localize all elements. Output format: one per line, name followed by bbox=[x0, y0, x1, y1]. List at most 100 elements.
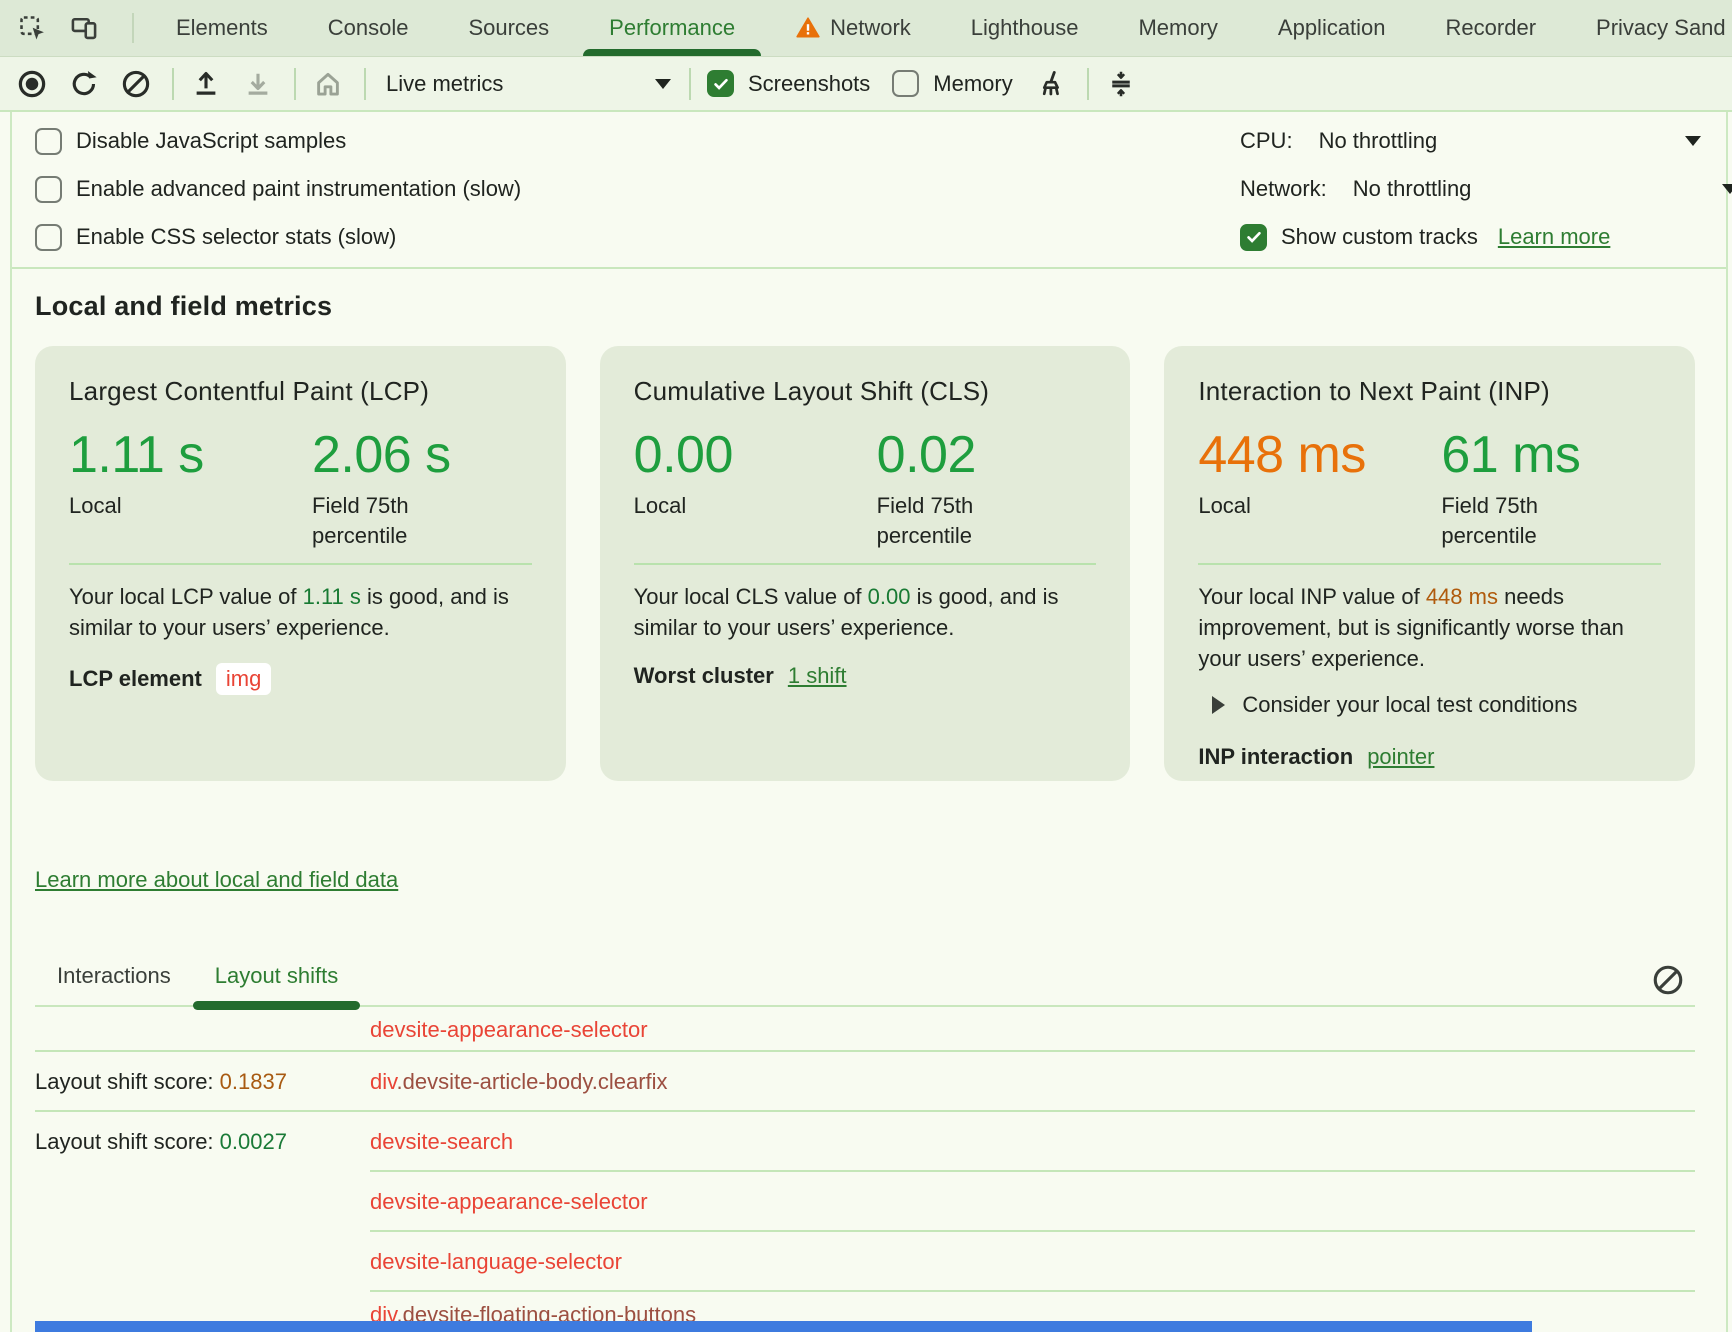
clear-log-icon[interactable] bbox=[1651, 963, 1685, 997]
lcp-local-value: 1.11 s bbox=[69, 427, 312, 483]
save-profile-icon[interactable] bbox=[242, 68, 274, 100]
tab-elements[interactable]: Elements bbox=[148, 0, 296, 56]
element-link[interactable]: devsite-language-selector bbox=[370, 1249, 622, 1274]
tab-lighthouse[interactable]: Lighthouse bbox=[943, 0, 1107, 56]
element-link[interactable]: div bbox=[370, 1069, 397, 1094]
tab-performance[interactable]: Performance bbox=[581, 0, 763, 56]
element-link[interactable]: devsite-appearance-selector bbox=[370, 1189, 648, 1214]
screenshots-label: Screenshots bbox=[748, 71, 870, 97]
tab-layout-shifts[interactable]: Layout shifts bbox=[193, 949, 361, 1005]
tab-recorder[interactable]: Recorder bbox=[1418, 0, 1564, 56]
show-custom-tracks-label: Show custom tracks bbox=[1281, 224, 1478, 250]
advanced-paint-checkbox[interactable] bbox=[35, 176, 62, 203]
field-data-learn-more-link[interactable]: Learn more about local and field data bbox=[35, 867, 398, 893]
performance-toolbar: Live metrics Screenshots Memory bbox=[0, 57, 1732, 112]
worst-cluster-link[interactable]: 1 shift bbox=[788, 663, 847, 689]
bottom-selection-bar bbox=[35, 1321, 1532, 1332]
inp-local-column: 448 ms Local bbox=[1198, 427, 1441, 551]
learn-more-link[interactable]: Learn more bbox=[1498, 224, 1611, 250]
element-link[interactable]: devsite-appearance-selector bbox=[370, 1017, 648, 1042]
divider bbox=[69, 563, 532, 565]
chevron-down-icon bbox=[655, 79, 671, 89]
performance-panel-body: Disable JavaScript samples Enable advanc… bbox=[10, 112, 1728, 1332]
inp-local-value: 448 ms bbox=[1198, 427, 1441, 483]
disable-js-samples-checkbox[interactable] bbox=[35, 128, 62, 155]
inp-interaction-row: INP interaction pointer bbox=[1198, 744, 1661, 770]
tab-label: Sources bbox=[468, 15, 549, 41]
record-button[interactable] bbox=[16, 68, 48, 100]
inp-interaction-link[interactable]: pointer bbox=[1367, 744, 1434, 770]
memory-label: Memory bbox=[933, 71, 1012, 97]
disclosure-triangle-icon bbox=[1212, 696, 1225, 714]
tab-label: Elements bbox=[176, 15, 268, 41]
cls-description: Your local CLS value of 0.00 is good, an… bbox=[634, 581, 1097, 643]
tab-sources[interactable]: Sources bbox=[440, 0, 577, 56]
cls-card: Cumulative Layout Shift (CLS) 0.00 Local… bbox=[600, 346, 1131, 781]
show-custom-tracks-checkbox[interactable] bbox=[1240, 224, 1267, 251]
home-icon[interactable] bbox=[312, 68, 344, 100]
table-row[interactable]: devsite-appearance-selector bbox=[35, 1172, 1695, 1232]
cpu-label: CPU: bbox=[1240, 128, 1293, 154]
capture-settings: Disable JavaScript samples Enable advanc… bbox=[12, 112, 1726, 269]
layout-shift-score: Layout shift score: 0.0027 bbox=[35, 1129, 370, 1155]
tab-label: Application bbox=[1278, 15, 1386, 41]
tab-memory[interactable]: Memory bbox=[1110, 0, 1245, 56]
tab-console[interactable]: Console bbox=[300, 0, 437, 56]
collect-garbage-icon[interactable] bbox=[1035, 68, 1067, 100]
cls-field-column: 0.02 Field 75th percentile bbox=[877, 427, 1097, 551]
table-row[interactable]: devsite-appearance-selector bbox=[35, 1007, 1695, 1052]
network-throttling-select[interactable]: Network: No throttling bbox=[1240, 165, 1726, 213]
divider bbox=[1087, 68, 1089, 100]
divider bbox=[172, 68, 174, 100]
tab-interactions[interactable]: Interactions bbox=[35, 949, 193, 1005]
inp-values: 448 ms Local 61 ms Field 75th percentile bbox=[1198, 427, 1661, 551]
chevron-down-icon bbox=[1685, 136, 1701, 146]
collapse-icon[interactable] bbox=[1105, 68, 1137, 100]
layout-shift-score: Layout shift score: 0.1837 bbox=[35, 1069, 370, 1095]
live-metrics-dropdown[interactable]: Live metrics bbox=[386, 71, 671, 97]
element-link[interactable]: devsite-search bbox=[370, 1129, 513, 1154]
element-cell: devsite-search bbox=[370, 1129, 513, 1155]
field-label: Field 75th percentile bbox=[312, 491, 477, 551]
cpu-throttling-select[interactable]: CPU: No throttling bbox=[1240, 117, 1726, 165]
screenshots-checkbox[interactable] bbox=[707, 70, 734, 97]
disclosure-label: Consider your local test conditions bbox=[1242, 692, 1577, 718]
advanced-paint-label: Enable advanced paint instrumentation (s… bbox=[76, 176, 521, 202]
memory-checkbox[interactable] bbox=[892, 70, 919, 97]
tab-network[interactable]: Network bbox=[767, 0, 939, 56]
table-row[interactable]: devsite-language-selector bbox=[35, 1232, 1695, 1292]
cls-desc-prefix: Your local CLS value of bbox=[634, 584, 868, 609]
field-label: Field 75th percentile bbox=[1441, 491, 1606, 551]
metric-cards: Largest Contentful Paint (LCP) 1.11 s Lo… bbox=[35, 346, 1695, 781]
element-cell: devsite-appearance-selector bbox=[370, 1017, 648, 1043]
inp-field-value: 61 ms bbox=[1441, 427, 1661, 483]
load-profile-icon[interactable] bbox=[190, 68, 222, 100]
lcp-field-value: 2.06 s bbox=[312, 427, 532, 483]
live-metrics-label: Live metrics bbox=[386, 71, 503, 97]
page-title: Local and field metrics bbox=[35, 269, 1726, 322]
devtools-tabbar: Elements Console Sources Performance Net… bbox=[0, 0, 1732, 57]
css-selector-stats-label: Enable CSS selector stats (slow) bbox=[76, 224, 396, 250]
table-row[interactable]: Layout shift score: 0.0027 devsite-searc… bbox=[35, 1112, 1695, 1172]
clear-button[interactable] bbox=[120, 68, 152, 100]
tab-application[interactable]: Application bbox=[1250, 0, 1414, 56]
element-cell: devsite-appearance-selector bbox=[370, 1189, 648, 1215]
local-test-conditions-disclosure[interactable]: Consider your local test conditions bbox=[1198, 692, 1661, 718]
cpu-value: No throttling bbox=[1319, 128, 1438, 154]
css-selector-stats-checkbox[interactable] bbox=[35, 224, 62, 251]
lcp-description: Your local LCP value of 1.11 s is good, … bbox=[69, 581, 532, 643]
network-value: No throttling bbox=[1353, 176, 1472, 202]
inspect-element-icon[interactable] bbox=[16, 12, 48, 44]
inp-interaction-label: INP interaction bbox=[1198, 744, 1353, 770]
lcp-element-label: LCP element bbox=[69, 666, 202, 692]
record-and-reload-button[interactable] bbox=[68, 68, 100, 100]
table-row[interactable]: Layout shift score: 0.1837 div.devsite-a… bbox=[35, 1052, 1695, 1112]
tab-privacy-sandbox[interactable]: Privacy Sand bbox=[1568, 0, 1732, 56]
lcp-element-chip[interactable]: img bbox=[216, 663, 271, 695]
element-classes[interactable]: .devsite-article-body.clearfix bbox=[397, 1069, 668, 1094]
divider bbox=[364, 68, 366, 100]
device-toolbar-icon[interactable] bbox=[68, 12, 100, 44]
element-cell: devsite-language-selector bbox=[370, 1249, 622, 1275]
chevron-down-icon bbox=[1722, 184, 1732, 194]
lcp-values: 1.11 s Local 2.06 s Field 75th percentil… bbox=[69, 427, 532, 551]
